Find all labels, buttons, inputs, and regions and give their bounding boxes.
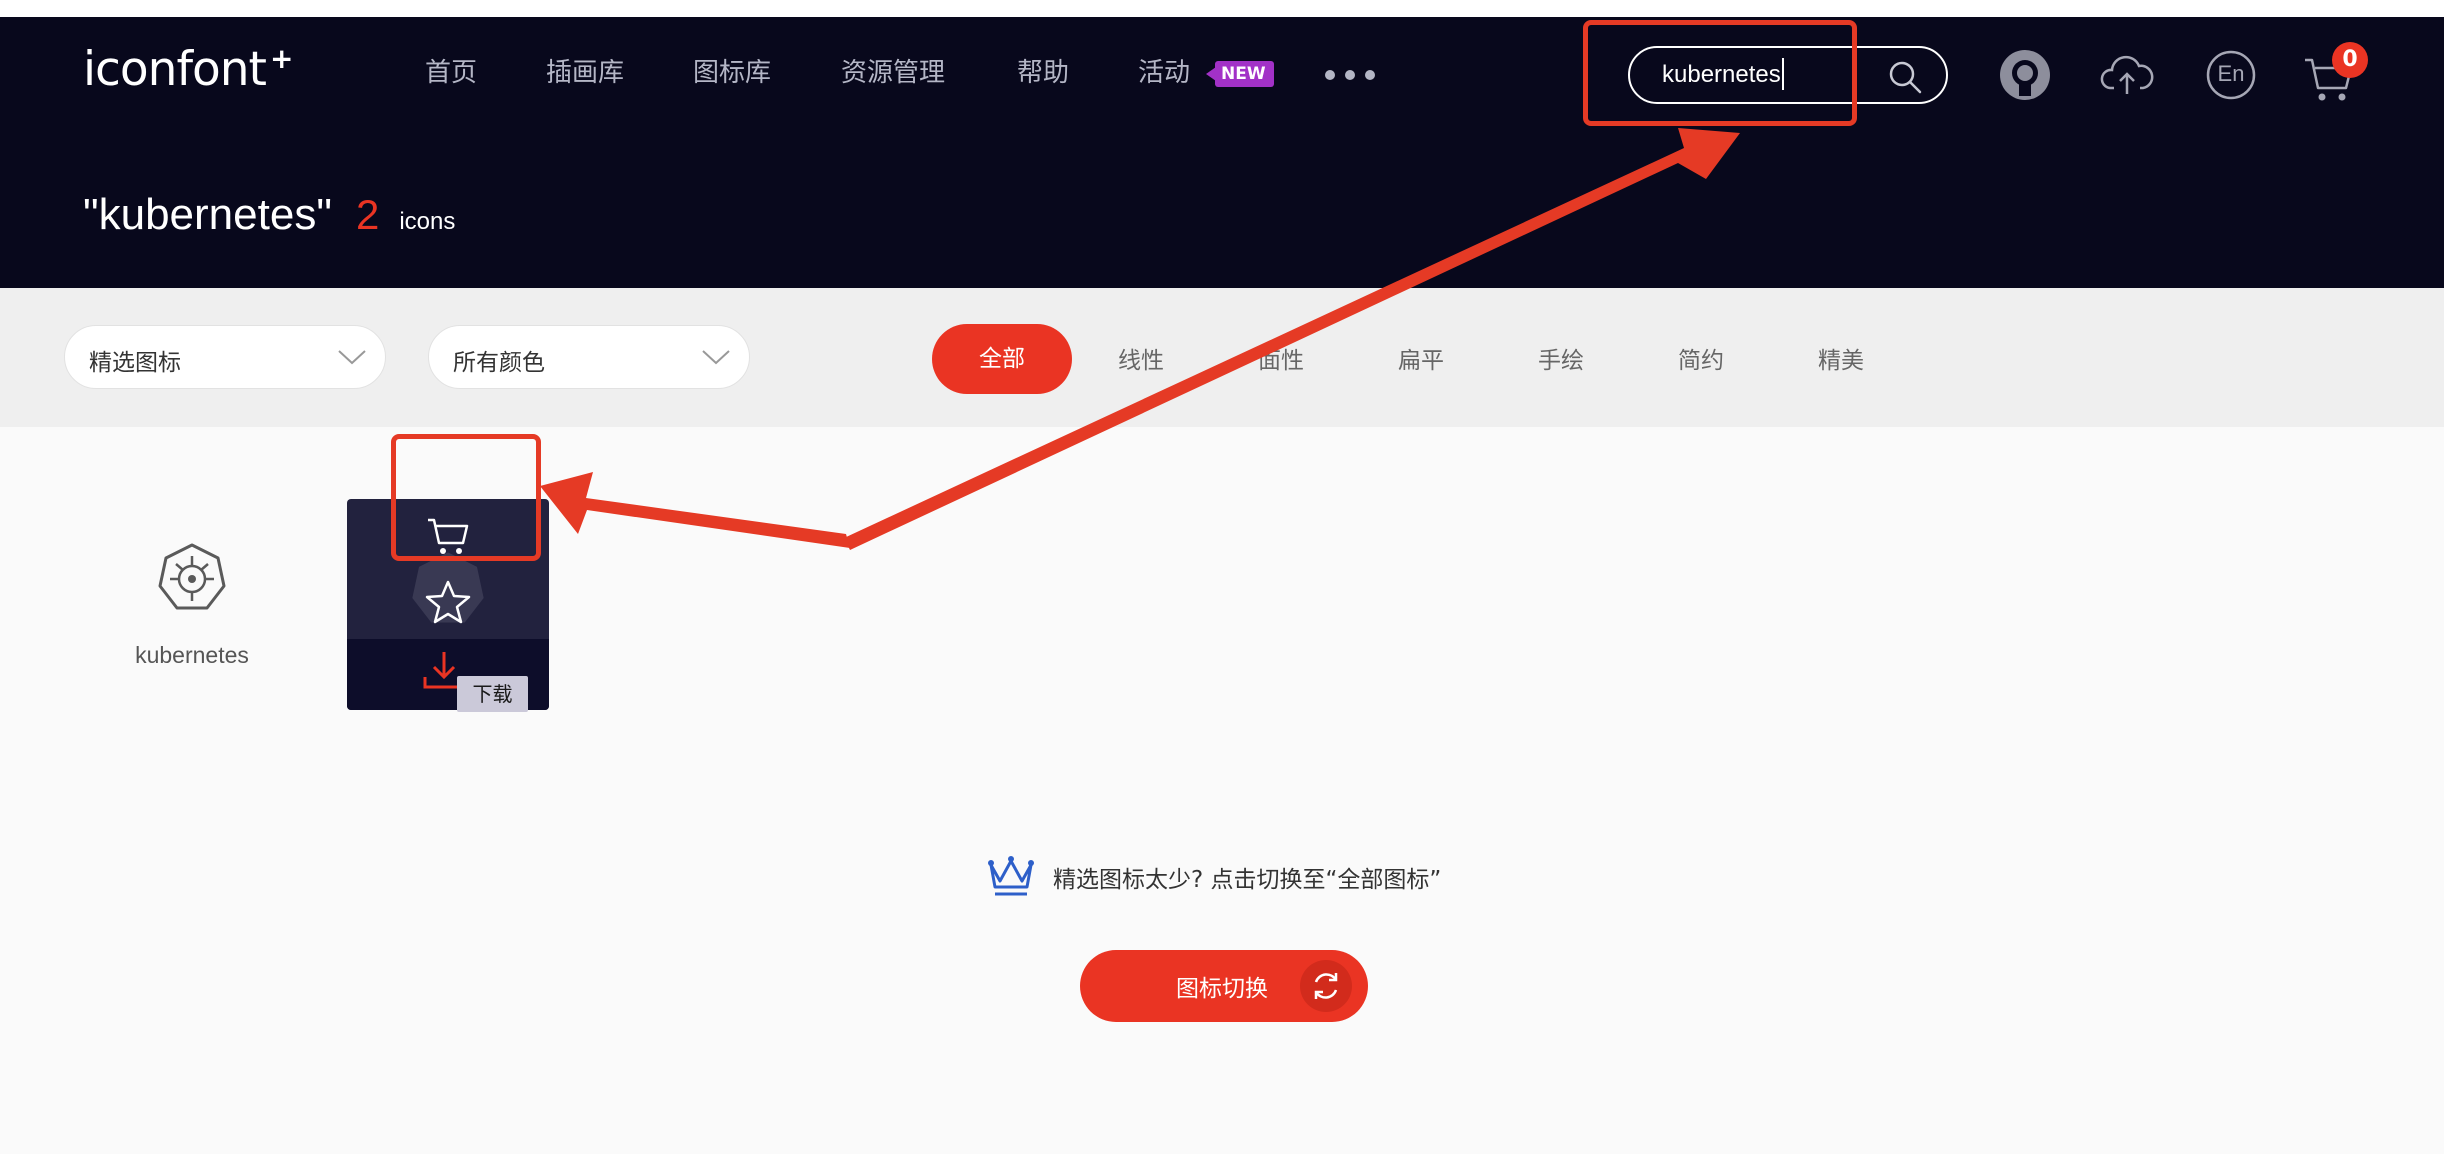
nav-resource-manage[interactable]: 资源管理 <box>841 56 945 90</box>
tab-all[interactable]: 全部 <box>932 324 1072 394</box>
language-en-icon[interactable]: En <box>2204 48 2258 102</box>
iconfont-logo[interactable]: iconfont + <box>83 40 293 100</box>
upload-cloud-icon[interactable] <box>2100 48 2154 102</box>
tab-flat[interactable]: 扁平 <box>1398 346 1444 376</box>
nav-home[interactable]: 首页 <box>425 56 477 90</box>
icon-switch-button[interactable]: 图标切换 <box>1080 950 1368 1022</box>
nav-icon-library[interactable]: 图标库 <box>693 56 771 90</box>
logo-plus: + <box>269 42 294 75</box>
result-unit: icons <box>399 208 456 235</box>
annotation-box-search <box>1583 20 1857 126</box>
switch-button-label: 图标切换 <box>1176 976 1268 1002</box>
crown-icon <box>988 856 1034 896</box>
logo-text: iconfont <box>83 42 267 97</box>
new-badge: NEW <box>1206 61 1274 87</box>
star-icon[interactable] <box>425 579 471 625</box>
tab-filled[interactable]: 面性 <box>1258 346 1304 376</box>
chevron-down-icon <box>338 350 366 365</box>
github-icon[interactable] <box>1998 48 2052 102</box>
tab-refined[interactable]: 精美 <box>1818 346 1864 376</box>
nav-illustrations[interactable]: 插画库 <box>546 56 624 90</box>
featured-select[interactable]: 精选图标 <box>64 325 386 389</box>
color-select[interactable]: 所有颜色 <box>428 325 750 389</box>
icon-card-label: kubernetes <box>135 642 249 668</box>
chevron-down-icon <box>702 350 730 365</box>
download-tooltip: 下载 <box>457 676 528 712</box>
hint-text: 精选图标太少? 点击切换至“全部图标” <box>1053 867 1442 893</box>
result-count: 2 <box>355 191 380 238</box>
result-query: "kubernetes" <box>83 190 332 239</box>
more-dots-icon[interactable] <box>1325 70 1375 80</box>
tab-simple[interactable]: 简约 <box>1678 346 1724 376</box>
tab-linear[interactable]: 线性 <box>1118 346 1164 376</box>
top-white-strip <box>0 0 2444 17</box>
color-select-label: 所有颜色 <box>453 350 545 376</box>
annotation-box-cart <box>391 434 541 561</box>
language-label: En <box>2217 61 2245 86</box>
tab-handdrawn[interactable]: 手绘 <box>1538 346 1584 376</box>
nav-help[interactable]: 帮助 <box>1017 56 1069 90</box>
search-result-title: "kubernetes" 2 icons <box>83 190 455 250</box>
refresh-icon <box>1300 960 1352 1012</box>
nav-activities[interactable]: 活动 <box>1138 56 1190 90</box>
cart-count-badge: 0 <box>2332 42 2368 78</box>
hint-row: 精选图标太少? 点击切换至“全部图标” <box>987 852 1441 902</box>
search-icon[interactable] <box>1886 58 1924 96</box>
featured-select-label: 精选图标 <box>89 350 181 376</box>
kubernetes-helm-icon <box>158 543 226 610</box>
